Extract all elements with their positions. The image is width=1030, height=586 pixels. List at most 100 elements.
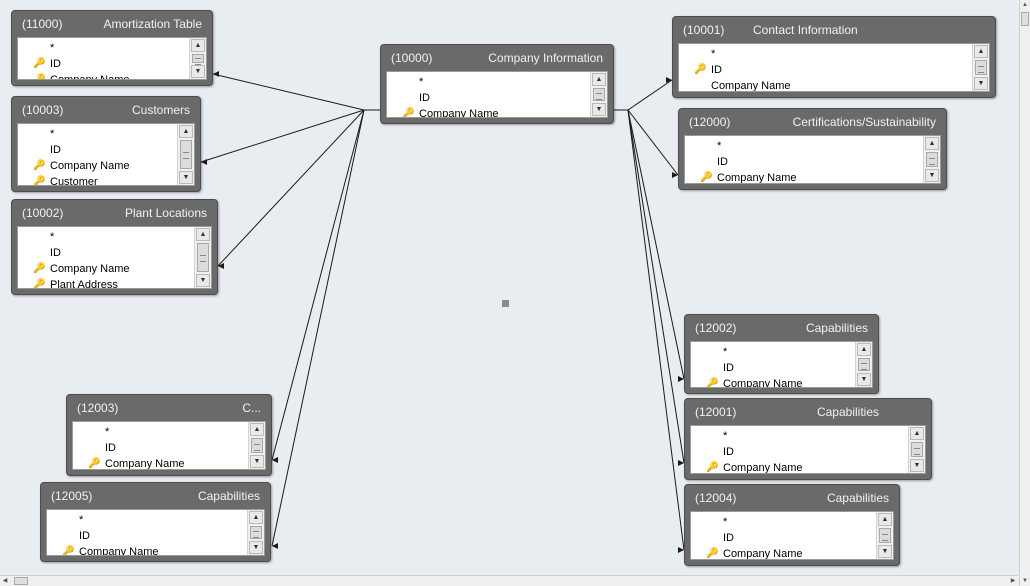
table-customers[interactable]: (10003) Customers * ID 🔑 Company Name 🔑 Custo…	[11, 96, 201, 192]
scroll-up-arrow-icon[interactable]: ▲	[179, 125, 193, 138]
field-list-scrollbar[interactable]: ▲ ▼	[876, 512, 893, 559]
scroll-thumb[interactable]	[926, 152, 938, 167]
field-list-scrollbar[interactable]: ▲ ▼	[908, 426, 925, 473]
field-row[interactable]: ID	[691, 360, 854, 376]
scroll-thumb[interactable]	[251, 438, 263, 453]
table-header[interactable]: (12000) Certifications/Sustainability	[679, 109, 946, 135]
field-list[interactable]: * 🔑 ID Company Name ▲ ▼	[678, 43, 990, 92]
scroll-thumb[interactable]	[879, 528, 891, 543]
field-list-scrollbar[interactable]: ▲ ▼	[194, 227, 211, 288]
table-header[interactable]: (10000) Company Information	[381, 45, 613, 71]
field-row[interactable]: 🔑 Customer	[18, 174, 176, 185]
field-row[interactable]: 🔑 Company Name	[691, 376, 854, 387]
scroll-down-arrow-icon[interactable]: ▼	[191, 65, 205, 78]
scroll-down-arrow-icon[interactable]: ▼	[196, 274, 210, 287]
table-12002-capabilities[interactable]: (12002) Capabilities * ID 🔑 Company Name ▲ …	[684, 314, 879, 394]
selection-handle-icon[interactable]	[502, 300, 509, 307]
scroll-down-arrow-icon[interactable]: ▼	[878, 545, 892, 558]
table-header[interactable]: (12002) Capabilities	[685, 315, 878, 341]
field-row[interactable]: 🔑 Company Name	[73, 456, 247, 469]
scroll-thumb[interactable]	[192, 54, 204, 65]
scroll-down-arrow-icon[interactable]: ▼	[857, 373, 871, 386]
relationship-line[interactable]	[612, 109, 679, 176]
horizontal-scroll-thumb[interactable]	[14, 577, 28, 585]
scroll-down-arrow-icon[interactable]: ▼	[1020, 576, 1030, 586]
scroll-thumb[interactable]	[250, 526, 262, 539]
scroll-thumb[interactable]	[197, 243, 209, 272]
field-list[interactable]: * ID 🔑 Company Name 🔑 Customer ▲ ▼	[17, 123, 195, 186]
relationship-line[interactable]	[200, 109, 380, 163]
field-row[interactable]: 🔑 Company Name	[18, 72, 188, 79]
scroll-up-arrow-icon[interactable]: ▲	[1020, 0, 1030, 10]
vertical-scroll-thumb[interactable]	[1021, 12, 1029, 26]
scroll-up-arrow-icon[interactable]: ▲	[249, 511, 263, 524]
table-contact-information[interactable]: (10001) Contact Information * 🔑 ID Company …	[672, 16, 996, 98]
relationship-line[interactable]	[612, 109, 685, 551]
field-list[interactable]: * ID 🔑 Company Name ▲ ▼	[690, 511, 894, 560]
scroll-up-arrow-icon[interactable]: ▲	[250, 423, 264, 436]
table-header[interactable]: (11000) Amortization Table	[12, 11, 212, 37]
scroll-down-arrow-icon[interactable]: ▼	[974, 77, 988, 90]
field-row[interactable]: 🔑 Company Name	[691, 546, 875, 559]
scroll-thumb[interactable]	[911, 442, 923, 457]
scroll-thumb[interactable]	[593, 88, 605, 101]
relationships-canvas[interactable]: (11000) Amortization Table * 🔑 ID 🔑 Company …	[0, 0, 1030, 586]
field-list-scrollbar[interactable]: ▲ ▼	[189, 38, 206, 79]
field-row[interactable]: *	[691, 344, 854, 360]
field-list[interactable]: * ID 🔑 Company Name ▲ ▼	[386, 71, 608, 118]
scroll-down-arrow-icon[interactable]: ▼	[592, 103, 606, 116]
field-list[interactable]: * ID 🔑 Company Name ▲ ▼	[684, 135, 941, 184]
scroll-down-arrow-icon[interactable]: ▼	[249, 541, 263, 554]
field-list-scrollbar[interactable]: ▲ ▼	[247, 510, 264, 555]
field-row[interactable]: 🔑 Company Name	[47, 544, 246, 555]
scroll-up-arrow-icon[interactable]: ▲	[878, 513, 892, 526]
field-list-scrollbar[interactable]: ▲ ▼	[248, 422, 265, 469]
field-row[interactable]: ID	[685, 154, 922, 170]
field-row[interactable]: *	[679, 46, 971, 62]
scroll-down-arrow-icon[interactable]: ▼	[910, 459, 924, 472]
field-list[interactable]: * ID 🔑 Company Name ▲ ▼	[46, 509, 265, 556]
field-row[interactable]: 🔑 ID	[679, 62, 971, 78]
relationship-line[interactable]	[271, 109, 380, 461]
field-row[interactable]: *	[73, 424, 247, 440]
field-list-scrollbar[interactable]: ▲ ▼	[177, 124, 194, 185]
field-row[interactable]: *	[685, 138, 922, 154]
field-row[interactable]: *	[47, 512, 246, 528]
table-12001-capabilities[interactable]: (12001) Capabilities * ID 🔑 Company Name ▲ …	[684, 398, 932, 480]
scroll-up-arrow-icon[interactable]: ▲	[196, 228, 210, 241]
field-list[interactable]: * 🔑 ID 🔑 Company Name ▲ ▼	[17, 37, 207, 80]
field-row[interactable]: *	[18, 229, 193, 245]
field-row[interactable]: 🔑 Plant Address	[18, 277, 193, 288]
field-list[interactable]: * ID 🔑 Company Name 🔑 Plant Address ▲ ▼	[17, 226, 212, 289]
field-row[interactable]: *	[18, 40, 188, 56]
field-row[interactable]: *	[18, 126, 176, 142]
relationship-line[interactable]	[271, 109, 380, 547]
scroll-thumb[interactable]	[858, 358, 870, 371]
scroll-up-arrow-icon[interactable]: ▲	[857, 343, 871, 356]
field-row[interactable]: ID	[387, 90, 589, 106]
table-header[interactable]: (12003) C...	[67, 395, 271, 421]
field-list-scrollbar[interactable]: ▲ ▼	[923, 136, 940, 183]
scroll-up-arrow-icon[interactable]: ▲	[925, 137, 939, 150]
relationship-line[interactable]	[612, 109, 685, 464]
vertical-scrollbar[interactable]: ▲ ▼	[1019, 0, 1030, 586]
scroll-down-arrow-icon[interactable]: ▼	[925, 169, 939, 182]
field-row[interactable]: ID	[73, 440, 247, 456]
horizontal-scrollbar[interactable]: ◀ ▶	[0, 575, 1018, 586]
field-row[interactable]: *	[691, 428, 907, 444]
scroll-up-arrow-icon[interactable]: ▲	[191, 39, 205, 52]
field-row[interactable]: 🔑 Company Name	[18, 261, 193, 277]
field-row[interactable]: *	[691, 514, 875, 530]
field-list-scrollbar[interactable]: ▲ ▼	[590, 72, 607, 117]
table-header[interactable]: (12001) Capabilities	[685, 399, 931, 425]
field-row[interactable]: *	[387, 74, 589, 90]
scroll-thumb[interactable]	[975, 60, 987, 75]
relationship-line[interactable]	[212, 73, 380, 111]
scroll-right-arrow-icon[interactable]: ▶	[1008, 576, 1018, 586]
scroll-left-arrow-icon[interactable]: ◀	[0, 576, 10, 586]
table-header[interactable]: (10003) Customers	[12, 97, 200, 123]
field-row[interactable]: 🔑 ID	[18, 56, 188, 72]
table-header[interactable]: (10002) Plant Locations	[12, 200, 217, 226]
table-header[interactable]: (12004) Capabilities	[685, 485, 899, 511]
field-row[interactable]: ID	[18, 142, 176, 158]
